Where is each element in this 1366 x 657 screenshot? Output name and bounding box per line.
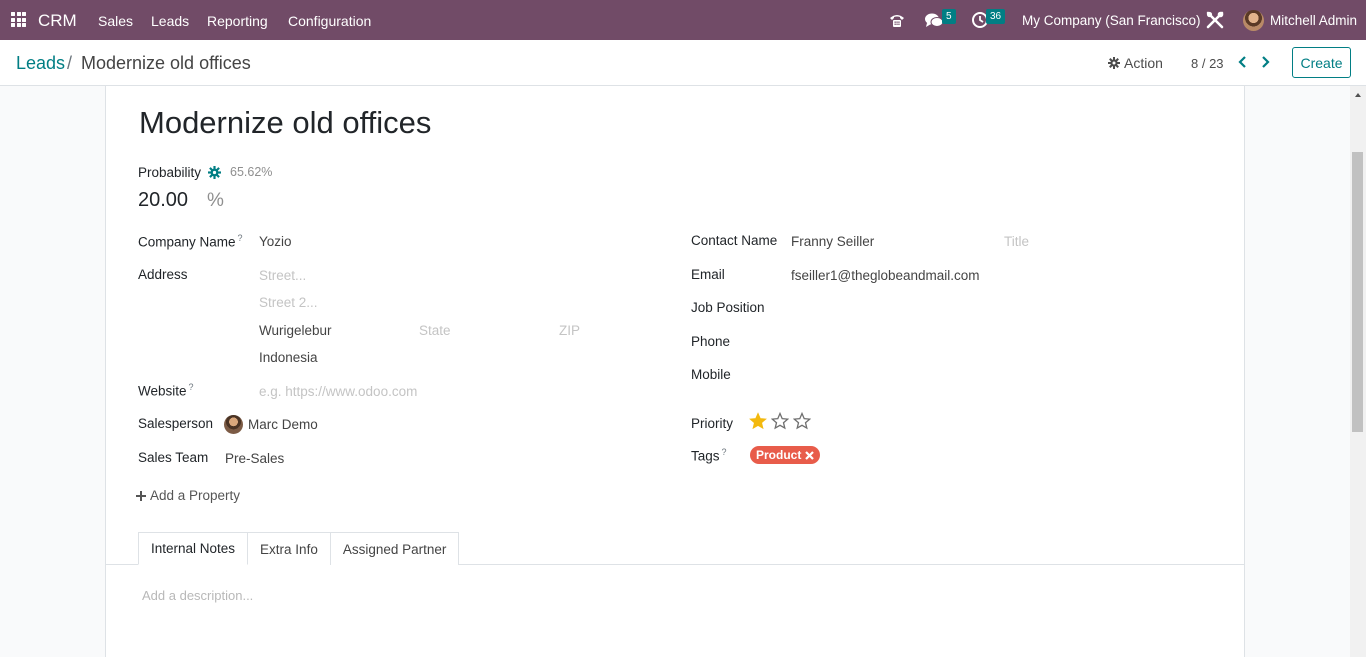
pager-value[interactable]: 8 / 23 <box>1191 56 1224 71</box>
activity-count-badge: 36 <box>986 9 1006 24</box>
debug-tools-icon[interactable] <box>1205 10 1225 30</box>
website-label: Website? <box>138 382 194 399</box>
recompute-probability-gear-icon[interactable] <box>208 166 221 179</box>
star-filled-icon[interactable] <box>749 412 767 430</box>
zip-input[interactable]: ZIP <box>559 323 580 338</box>
country-input[interactable]: Indonesia <box>259 350 318 365</box>
company-switcher[interactable]: My Company (San Francisco) <box>1022 13 1201 28</box>
breadcrumb-leads[interactable]: Leads <box>16 53 65 74</box>
website-input[interactable]: e.g. https://www.odoo.com <box>259 384 417 399</box>
user-avatar[interactable] <box>1243 10 1264 31</box>
action-label: Action <box>1124 55 1163 71</box>
chat-count-badge: 5 <box>942 9 956 24</box>
tab-assigned-partner[interactable]: Assigned Partner <box>329 532 460 565</box>
state-input[interactable]: State <box>419 323 451 338</box>
add-property-label: Add a Property <box>150 488 241 503</box>
job-position-label: Job Position <box>691 300 765 315</box>
scroll-up-arrow-icon[interactable] <box>1352 90 1364 100</box>
email-field[interactable]: fseiller1@theglobeandmail.com <box>791 268 980 283</box>
contact-name-label: Contact Name <box>691 233 778 248</box>
priority-label: Priority <box>691 416 734 431</box>
contact-name-field[interactable]: Franny Seiller <box>791 234 874 249</box>
lead-title[interactable]: Modernize old offices <box>139 105 431 141</box>
menu-configuration[interactable]: Configuration <box>288 13 371 29</box>
company-name-field[interactable]: Yozio <box>259 234 292 249</box>
breadcrumb-current: Modernize old offices <box>81 53 251 73</box>
form-sheet: Modernize old offices Probability 65.62%… <box>105 86 1245 657</box>
chevron-right-icon[interactable] <box>1258 54 1272 70</box>
apps-menu-icon[interactable] <box>11 12 26 27</box>
star-empty-icon[interactable] <box>771 412 789 430</box>
tag-label: Product <box>756 448 802 462</box>
street2-input[interactable]: Street 2... <box>259 295 318 310</box>
contact-title-input[interactable]: Title <box>1004 234 1029 249</box>
tab-extra-info[interactable]: Extra Info <box>247 532 331 565</box>
mobile-label: Mobile <box>691 367 731 382</box>
address-label: Address <box>138 267 188 282</box>
top-navbar: CRM Sales Leads Reporting Configuration … <box>0 0 1366 40</box>
help-mark[interactable]: ? <box>722 447 727 457</box>
action-button[interactable]: Action <box>1108 55 1163 71</box>
company-name-label: Company Name? <box>138 233 243 250</box>
sales-team-field[interactable]: Pre-Sales <box>225 451 284 466</box>
create-button[interactable]: Create <box>1292 47 1351 78</box>
chevron-left-icon[interactable] <box>1236 54 1250 70</box>
automated-probability: 65.62% <box>230 165 273 179</box>
notebook-tabs: Internal Notes Extra Info Assigned Partn… <box>138 532 460 565</box>
tag-product: Product <box>750 446 821 464</box>
probability-unit: % <box>207 190 224 211</box>
app-brand[interactable]: CRM <box>38 11 77 31</box>
scrollbar-thumb[interactable] <box>1352 152 1363 432</box>
phone-label: Phone <box>691 334 731 349</box>
user-menu[interactable]: Mitchell Admin <box>1270 13 1357 28</box>
close-icon[interactable] <box>805 450 815 460</box>
menu-reporting[interactable]: Reporting <box>207 13 268 29</box>
plus-icon <box>136 490 146 501</box>
email-label: Email <box>691 267 725 282</box>
add-property-button[interactable]: Add a Property <box>136 488 240 503</box>
street-input[interactable]: Street... <box>259 268 306 283</box>
probability-input[interactable]: 20.00 <box>138 189 188 212</box>
tags-label: Tags? <box>691 447 727 464</box>
probability-label: Probability <box>138 165 202 180</box>
city-input[interactable]: Wurigelebur <box>259 323 332 338</box>
help-mark[interactable]: ? <box>238 233 243 243</box>
gear-icon <box>1108 57 1120 69</box>
salesperson-field[interactable]: Marc Demo <box>248 417 318 432</box>
menu-leads[interactable]: Leads <box>151 13 189 29</box>
tab-internal-notes[interactable]: Internal Notes <box>138 532 249 565</box>
breadcrumb-separator: / <box>67 53 73 73</box>
salesperson-label: Salesperson <box>138 416 214 431</box>
salesperson-avatar <box>224 415 243 434</box>
control-panel: Leads / Modernize old offices Action 8 /… <box>0 40 1366 86</box>
menu-sales[interactable]: Sales <box>98 13 133 29</box>
priority-stars <box>749 412 811 430</box>
star-empty-icon[interactable] <box>793 412 811 430</box>
phone-icon[interactable] <box>888 11 906 29</box>
help-mark[interactable]: ? <box>189 382 194 392</box>
description-editor[interactable]: Add a description... <box>142 588 253 603</box>
sales-team-label: Sales Team <box>138 450 209 465</box>
chat-icon[interactable] <box>924 11 944 29</box>
